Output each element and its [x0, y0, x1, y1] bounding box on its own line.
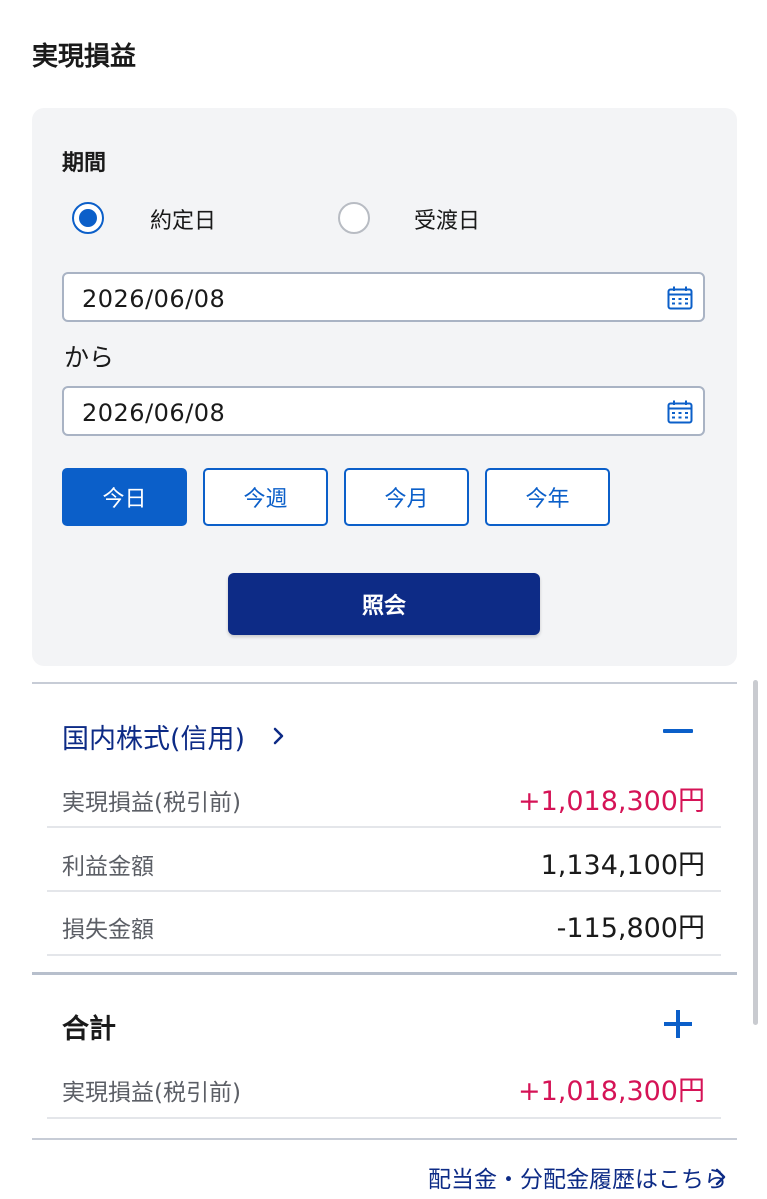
row-label-profit: 利益金額: [62, 854, 154, 880]
row-label-loss: 損失金額: [62, 917, 154, 943]
plus-icon[interactable]: [664, 1010, 692, 1038]
section-title-total[interactable]: 合計: [62, 1007, 116, 1046]
from-date-field[interactable]: 2026/06/08: [62, 272, 705, 322]
page-title: 実現損益: [32, 42, 137, 72]
this-week-button[interactable]: 今週: [203, 468, 328, 526]
this-year-button[interactable]: 今年: [485, 468, 610, 526]
minus-icon[interactable]: [663, 729, 693, 733]
calendar-icon[interactable]: [667, 400, 693, 424]
this-month-button[interactable]: 今月: [344, 468, 469, 526]
chevron-right-icon[interactable]: [270, 726, 288, 746]
radio-trade-date[interactable]: [72, 202, 104, 234]
date-range-separator: から: [64, 343, 115, 372]
scrollbar[interactable]: [753, 680, 758, 1025]
row-value-loss: -115,800円: [556, 913, 705, 944]
chevron-right-icon[interactable]: [713, 1167, 729, 1187]
from-date-value: 2026/06/08: [82, 285, 226, 313]
query-button[interactable]: 照会: [228, 573, 540, 635]
dividend-history-link[interactable]: 配当金・分配金履歴はこちら: [428, 1160, 727, 1194]
radio-settlement-date[interactable]: [338, 202, 370, 234]
row-label-realized-pl: 実現損益(税引前): [62, 790, 241, 816]
row-label-total-realized-pl: 実現損益(税引前): [62, 1080, 241, 1106]
divider: [32, 682, 737, 684]
radio-trade-date-label[interactable]: 約定日: [150, 203, 216, 235]
row-value-profit: 1,134,100円: [540, 850, 705, 881]
section-title-domestic-margin[interactable]: 国内株式(信用): [62, 717, 245, 756]
radio-settlement-date-label[interactable]: 受渡日: [414, 203, 480, 235]
divider: [32, 1138, 737, 1140]
row-divider: [47, 954, 721, 956]
today-button[interactable]: 今日: [62, 468, 187, 526]
row-value-total-realized-pl: +1,018,300円: [517, 1076, 705, 1107]
row-divider: [47, 826, 721, 828]
row-divider: [47, 1117, 721, 1119]
calendar-icon[interactable]: [667, 286, 693, 310]
period-label: 期間: [62, 151, 107, 176]
row-value-realized-pl: +1,018,300円: [517, 786, 705, 817]
to-date-value: 2026/06/08: [82, 399, 226, 427]
row-divider: [47, 890, 721, 892]
divider: [32, 972, 737, 975]
to-date-field[interactable]: 2026/06/08: [62, 386, 705, 436]
